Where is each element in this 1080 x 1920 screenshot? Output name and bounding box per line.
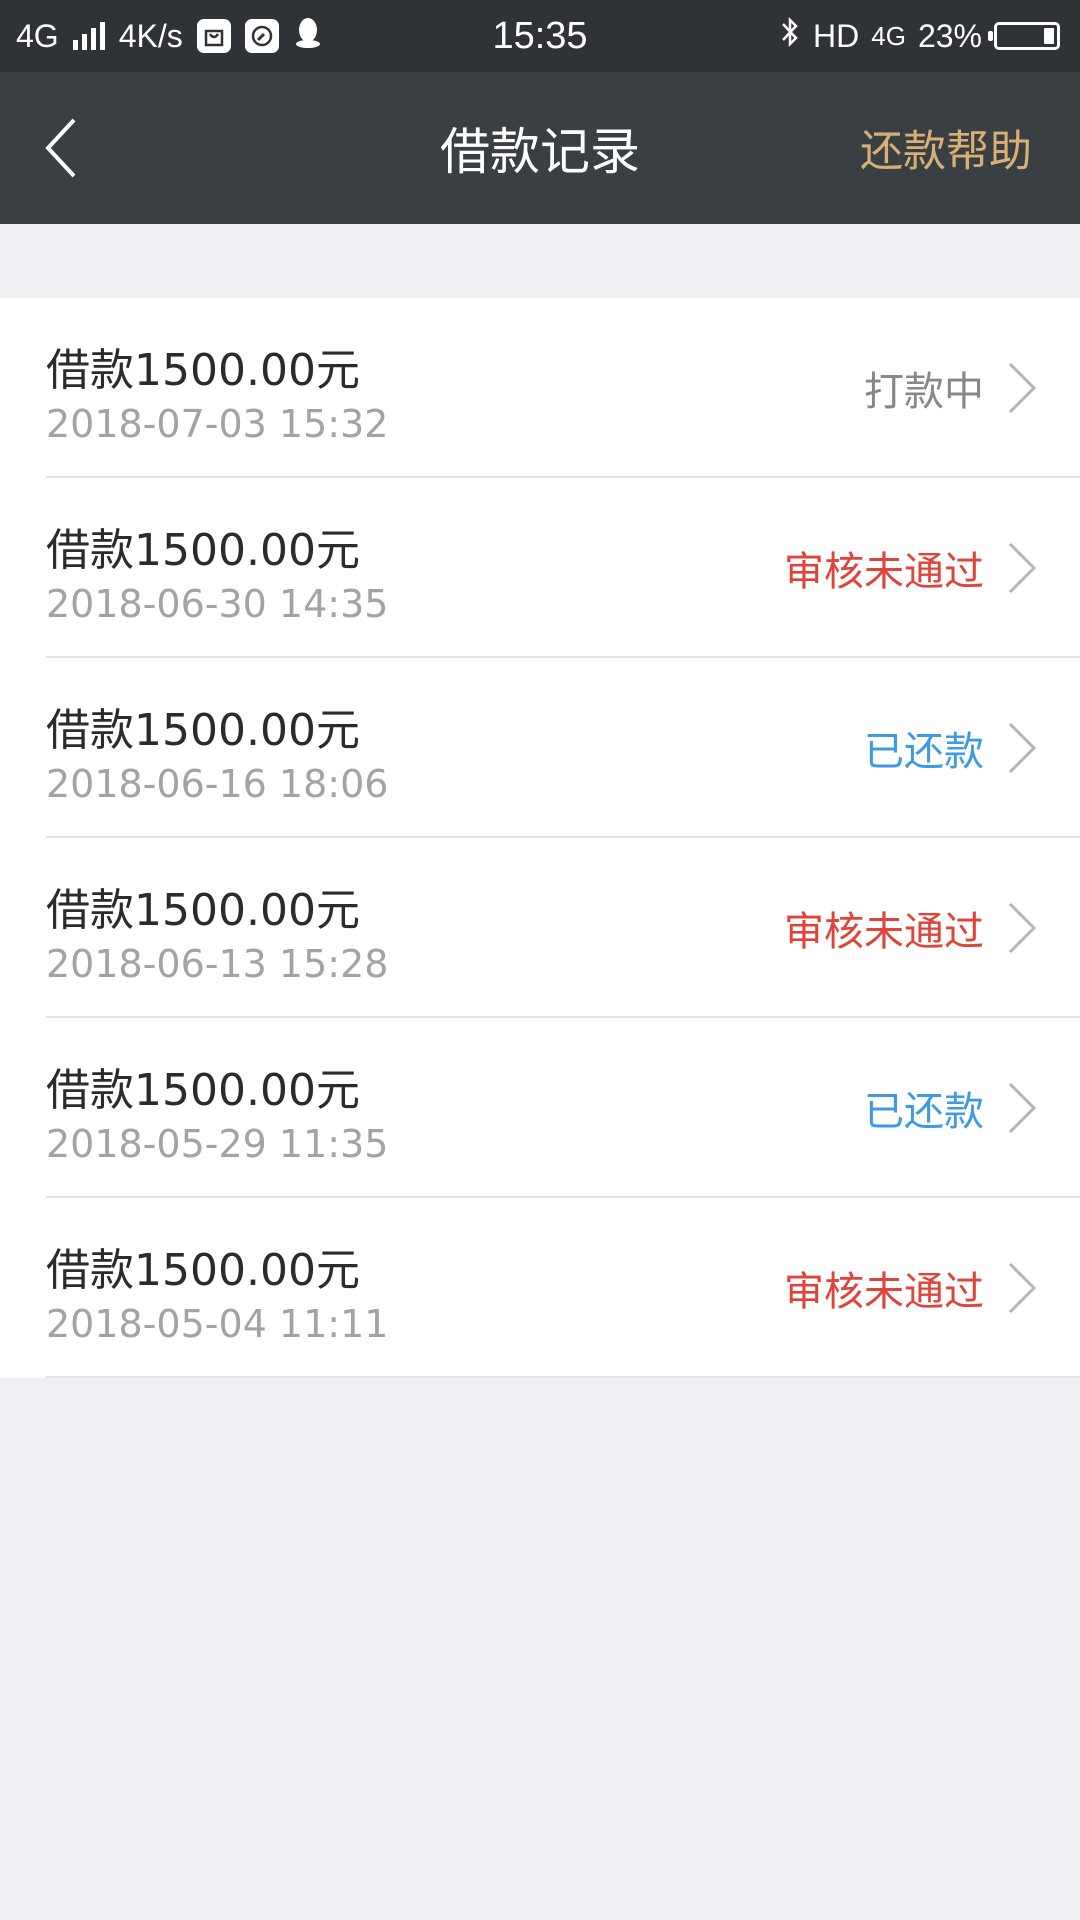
loan-date: 2018-06-30 14:35	[46, 582, 389, 626]
status-bar-right: HD 4G 23%	[779, 0, 1060, 72]
loan-amount: 借款1500.00元	[46, 1245, 360, 1296]
compass-icon	[244, 19, 279, 53]
bluetooth-icon	[779, 15, 801, 57]
loan-status: 审核未通过	[784, 909, 984, 955]
loan-amount: 借款1500.00元	[46, 525, 360, 576]
loan-amount: 借款1500.00元	[46, 345, 360, 396]
status-bar: 4G 4K/s 15:35 HD 4G 23%	[0, 0, 1080, 72]
divider	[46, 1376, 1080, 1378]
back-button[interactable]	[40, 116, 100, 180]
battery-icon	[988, 22, 1060, 50]
status-bar-left: 4G 4K/s	[16, 0, 323, 72]
loan-status: 审核未通过	[784, 1269, 984, 1315]
loan-record-row[interactable]: 借款1500.00元 2018-05-29 11:35 已还款	[0, 1018, 1080, 1198]
chevron-right-icon	[1008, 1082, 1037, 1134]
battery-percent: 23%	[917, 17, 982, 54]
loan-date: 2018-05-29 11:35	[46, 1122, 389, 1166]
network-speed: 4K/s	[118, 17, 183, 54]
loan-date: 2018-06-13 15:28	[46, 942, 389, 986]
loan-date: 2018-06-16 18:06	[46, 762, 389, 806]
loan-status: 已还款	[864, 1089, 984, 1135]
qq-penguin-icon	[293, 15, 323, 57]
nav-bar: 借款记录 还款帮助	[0, 72, 1080, 224]
loan-record-row[interactable]: 借款1500.00元 2018-07-03 15:32 打款中	[0, 298, 1080, 478]
chevron-right-icon	[1008, 1262, 1037, 1314]
loan-record-row[interactable]: 借款1500.00元 2018-06-30 14:35 审核未通过	[0, 478, 1080, 658]
loan-amount: 借款1500.00元	[46, 705, 360, 756]
loan-status: 审核未通过	[784, 549, 984, 595]
loan-status: 打款中	[864, 369, 984, 415]
loan-amount: 借款1500.00元	[46, 885, 360, 936]
data-type-indicator: 4G	[871, 20, 906, 51]
network-type: 4G	[16, 17, 59, 54]
chevron-right-icon	[1008, 362, 1037, 414]
bag-icon	[196, 19, 231, 53]
repayment-help-button[interactable]: 还款帮助	[860, 72, 1032, 224]
back-chevron-icon	[45, 118, 76, 178]
chevron-right-icon	[1008, 722, 1037, 774]
loan-status: 已还款	[864, 729, 984, 775]
loan-amount: 借款1500.00元	[46, 1065, 360, 1116]
loan-record-list: 借款1500.00元 2018-07-03 15:32 打款中 借款1500.0…	[0, 298, 1080, 1378]
hd-indicator: HD	[813, 17, 860, 54]
chevron-right-icon	[1008, 902, 1037, 954]
loan-record-row[interactable]: 借款1500.00元 2018-05-04 11:11 审核未通过	[0, 1198, 1080, 1378]
loan-record-row[interactable]: 借款1500.00元 2018-06-16 18:06 已还款	[0, 658, 1080, 838]
loan-date: 2018-05-04 11:11	[46, 1302, 389, 1346]
signal-icon	[72, 22, 105, 50]
chevron-right-icon	[1008, 542, 1037, 594]
loan-date: 2018-07-03 15:32	[46, 402, 389, 446]
loan-record-row[interactable]: 借款1500.00元 2018-06-13 15:28 审核未通过	[0, 838, 1080, 1018]
